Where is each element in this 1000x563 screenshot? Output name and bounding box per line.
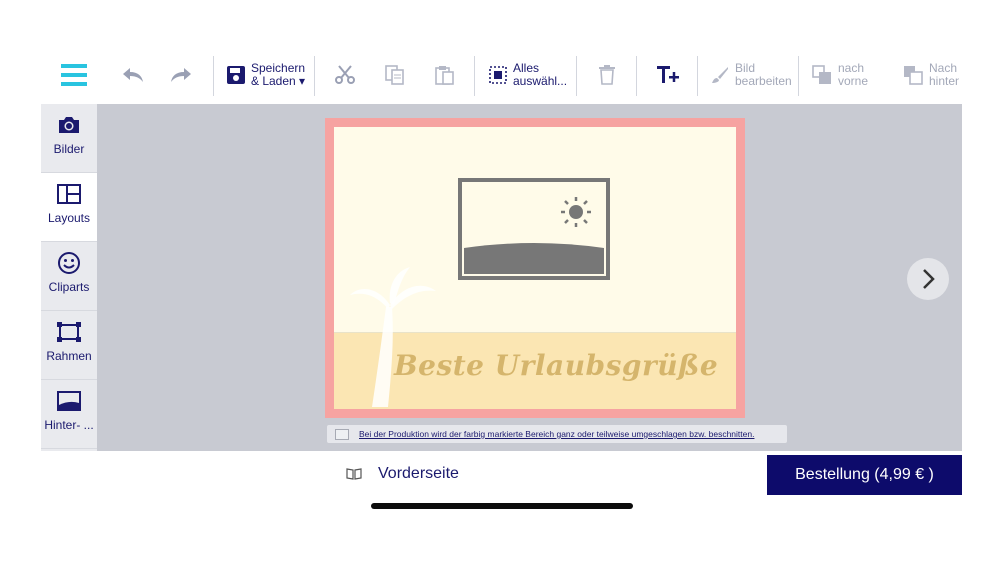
sidebar: Bilder Layouts Cliparts Rahmen Hinter- .…	[41, 104, 97, 451]
card-editor-app: Speichern & Laden ▾ Alles auswähl... Bil…	[41, 46, 962, 495]
add-text-button[interactable]	[657, 46, 679, 104]
bottom-bar: Vorderseite Bestellung (4,99 € )	[41, 451, 962, 495]
notice-text[interactable]: Bei der Produktion wird der farbig marki…	[359, 429, 754, 439]
trash-icon	[599, 65, 615, 85]
menu-icon	[61, 64, 87, 86]
add-text-icon	[657, 66, 679, 83]
save-load-label: Speichern & Laden ▾	[251, 61, 306, 88]
copy-button[interactable]	[385, 46, 405, 104]
edit-image-label: Bild bearbeiten	[735, 61, 792, 88]
toolbar-separator	[697, 56, 698, 96]
toolbar-separator	[636, 56, 637, 96]
frame-icon	[57, 322, 81, 342]
sidebar-item-label: Layouts	[47, 211, 91, 225]
page-label: Vorderseite	[378, 465, 459, 482]
smiley-icon	[58, 252, 80, 274]
bring-front-icon	[812, 65, 831, 84]
notice-checkbox[interactable]	[335, 428, 349, 440]
select-all-label: Alles auswähl...	[513, 61, 568, 88]
order-button[interactable]: Bestellung (4,99 € )	[767, 455, 962, 495]
sidebar-item-cliparts[interactable]: Cliparts	[41, 242, 97, 311]
undo-icon	[123, 68, 143, 82]
redo-icon	[171, 68, 191, 82]
select-all-button[interactable]: Alles auswähl...	[489, 46, 567, 104]
toolbar-separator	[576, 56, 577, 96]
select-all-icon	[489, 66, 507, 84]
sidebar-item-label: Rahmen	[46, 349, 92, 363]
book-icon	[346, 468, 362, 480]
redo-button[interactable]	[169, 46, 193, 104]
undo-button[interactable]	[121, 46, 145, 104]
delete-button[interactable]	[599, 46, 615, 104]
send-back-icon	[904, 66, 923, 85]
design-canvas: Beste Urlaubsgrüße Bei der Produktion wi…	[97, 104, 962, 451]
sidebar-item-label: Bilder	[53, 142, 85, 156]
paste-button[interactable]	[435, 46, 455, 104]
page-indicator[interactable]: Vorderseite	[346, 465, 459, 483]
image-placeholder-icon	[458, 178, 610, 280]
scissors-icon	[335, 65, 355, 84]
sidebar-item-label: Hinter- ...	[44, 418, 94, 432]
toolbar-separator	[798, 56, 799, 96]
home-indicator[interactable]	[371, 503, 633, 509]
palm-tree-icon	[350, 267, 436, 407]
postcard[interactable]: Beste Urlaubsgrüße	[334, 127, 736, 409]
sidebar-item-label: Cliparts	[48, 280, 90, 294]
chevron-right-icon	[923, 269, 935, 289]
background-icon	[57, 391, 81, 411]
camera-icon	[59, 117, 79, 133]
toolbar-separator	[474, 56, 475, 96]
copy-icon	[385, 65, 404, 85]
send-back-label: Nach hinten	[929, 62, 959, 88]
save-load-button[interactable]: Speichern & Laden ▾	[227, 46, 305, 104]
brush-icon	[712, 67, 728, 83]
toolbar: Speichern & Laden ▾ Alles auswähl... Bil…	[41, 46, 962, 104]
greeting-text[interactable]: Beste Urlaubsgrüße	[394, 349, 718, 382]
paste-icon	[435, 66, 454, 85]
sidebar-item-frames[interactable]: Rahmen	[41, 311, 97, 380]
toolbar-separator	[213, 56, 214, 96]
edit-image-button[interactable]: Bild bearbeiten	[711, 46, 792, 104]
postcard-bleed-area: Beste Urlaubsgrüße	[325, 118, 745, 418]
sidebar-item-images[interactable]: Bilder	[41, 104, 97, 173]
save-icon	[227, 66, 245, 84]
send-back-button[interactable]: Nach hinten	[903, 46, 959, 104]
bleed-notice: Bei der Produktion wird der farbig marki…	[327, 425, 787, 443]
layout-icon	[57, 184, 81, 204]
sidebar-item-background[interactable]: Hinter- ...	[41, 380, 97, 449]
sidebar-item-layouts[interactable]: Layouts	[41, 173, 97, 242]
cut-button[interactable]	[335, 46, 355, 104]
menu-button[interactable]	[61, 46, 87, 104]
toolbar-separator	[314, 56, 315, 96]
bring-front-label: nach vorne	[838, 61, 869, 88]
next-page-button[interactable]	[907, 258, 949, 300]
bring-front-button[interactable]: nach vorne	[812, 46, 868, 104]
